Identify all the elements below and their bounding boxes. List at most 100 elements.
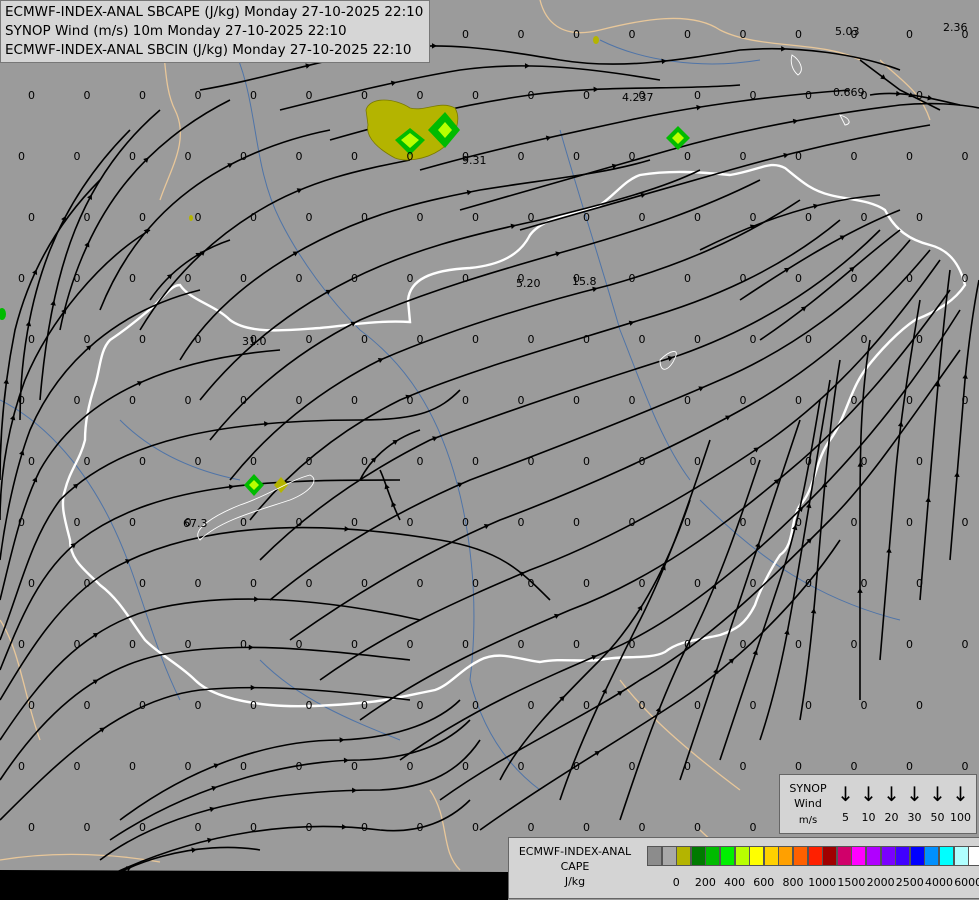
grid-value-label: 0 <box>74 272 81 285</box>
grid-value-label: 0 <box>962 516 969 529</box>
grid-value-label: 0 <box>916 455 923 468</box>
grid-value-label: 0 <box>573 28 580 41</box>
grid-value-label: 0 <box>573 638 580 651</box>
arrow-down-icon: ↓ <box>929 782 946 806</box>
grid-value-label: 0 <box>750 89 757 102</box>
cape-legend-title-line2: CAPE <box>560 860 590 873</box>
grid-value-label: 0 <box>518 150 525 163</box>
grid-value-label: 0 <box>694 821 701 834</box>
grid-value-label: 0 <box>583 211 590 224</box>
grid-value-label: 0 <box>361 577 368 590</box>
grid-value-label: 0 <box>962 394 969 407</box>
grid-value-label: 0 <box>518 638 525 651</box>
cape-tick-label: 1500 <box>837 876 866 889</box>
arrow-down-icon: ↓ <box>837 782 854 806</box>
grid-value-label: 0 <box>84 699 91 712</box>
grid-value-label: 0 <box>851 516 858 529</box>
arrow-down-icon: ↓ <box>952 782 969 806</box>
grid-value-label: 0 <box>740 28 747 41</box>
grid-value-label: 0 <box>240 760 247 773</box>
grid-value-label: 0 <box>795 394 802 407</box>
special-value-label: 9.31 <box>462 154 487 167</box>
arrow-down-icon: ↓ <box>883 782 900 806</box>
grid-value-label: 0 <box>740 394 747 407</box>
grid-value-label: 0 <box>407 394 414 407</box>
grid-value-label: 0 <box>306 455 313 468</box>
wind-legend-item: ↓ 30 <box>903 779 926 825</box>
grid-value-label: 0 <box>195 577 202 590</box>
grid-value-label: 0 <box>417 333 424 346</box>
grid-value-label: 0 <box>195 211 202 224</box>
cape-legend-title-line1: ECMWF-INDEX-ANAL <box>518 845 632 858</box>
grid-value-label: 0 <box>139 89 146 102</box>
grid-value-label: 0 <box>351 394 358 407</box>
cape-color-swatch <box>895 846 911 866</box>
grid-value-label: 0 <box>306 699 313 712</box>
grid-value-label: 0 <box>296 272 303 285</box>
grid-value-label: 0 <box>573 516 580 529</box>
grid-value-label: 0 <box>694 333 701 346</box>
grid-value-label: 0 <box>18 394 25 407</box>
wind-legend: SYNOP Wind m/s ↓ 5 ↓ 10 ↓ 20 ↓ 30 ↓ 50 ↓ 100 <box>779 774 977 834</box>
grid-value-label: 0 <box>851 150 858 163</box>
grid-value-label: 0 <box>573 150 580 163</box>
grid-value-label: 0 <box>750 211 757 224</box>
grid-value-label: 0 <box>351 638 358 651</box>
wind-legend-title-line1: SYNOP <box>789 782 827 795</box>
wind-legend-value: 5 <box>842 811 849 824</box>
grid-value-label: 0 <box>851 394 858 407</box>
special-value-label: 5.20 <box>516 277 541 290</box>
grid-value-label: 0 <box>18 272 25 285</box>
grid-value-label: 0 <box>629 28 636 41</box>
grid-value-label: 0 <box>583 821 590 834</box>
grid-value-label: 0 <box>629 760 636 773</box>
grid-value-label: 0 <box>694 577 701 590</box>
grid-value-label: 0 <box>861 333 868 346</box>
grid-value-label: 0 <box>139 333 146 346</box>
grid-value-label: 0 <box>962 150 969 163</box>
cape-color-swatch <box>851 846 867 866</box>
grid-value-label: 0 <box>462 638 469 651</box>
grid-value-label: 0 <box>684 28 691 41</box>
grid-value-label: 0 <box>472 821 479 834</box>
grid-value-label: 0 <box>472 333 479 346</box>
grid-value-label: 0 <box>639 455 646 468</box>
grid-value-label: 0 <box>906 272 913 285</box>
map-background <box>0 0 979 900</box>
grid-value-label: 0 <box>361 89 368 102</box>
wind-legend-value: 30 <box>907 811 922 824</box>
special-value-label: 31.0 <box>242 335 267 348</box>
arrow-down-icon: ↓ <box>906 782 923 806</box>
grid-value-label: 0 <box>240 516 247 529</box>
grid-value-label: 0 <box>916 699 923 712</box>
cape-color-swatch <box>676 846 692 866</box>
grid-value-label: 0 <box>861 699 868 712</box>
title-line-cin: ECMWF-INDEX-ANAL SBCIN (J/kg) Monday 27-… <box>5 42 412 58</box>
grid-value-label: 0 <box>139 577 146 590</box>
grid-value-label: 0 <box>518 760 525 773</box>
grid-value-label: 0 <box>740 760 747 773</box>
cape-color-swatch <box>793 846 809 866</box>
cape-color-swatch <box>880 846 896 866</box>
grid-value-label: 0 <box>195 455 202 468</box>
grid-value-label: 0 <box>74 760 81 773</box>
grid-value-label: 0 <box>684 272 691 285</box>
grid-value-label: 0 <box>351 272 358 285</box>
cape-legend-unit: J/kg <box>564 875 586 888</box>
grid-value-label: 0 <box>639 699 646 712</box>
grid-value-label: 0 <box>296 516 303 529</box>
grid-value-label: 0 <box>518 516 525 529</box>
grid-value-label: 0 <box>962 638 969 651</box>
grid-value-label: 0 <box>906 28 913 41</box>
grid-value-label: 0 <box>629 150 636 163</box>
cape-color-swatch <box>866 846 882 866</box>
wind-legend-arrows: ↓ 5 ↓ 10 ↓ 20 ↓ 30 ↓ 50 ↓ 100 <box>834 779 974 831</box>
grid-value-label: 0 <box>18 150 25 163</box>
grid-value-label: 0 <box>84 577 91 590</box>
map-viewer: 0 0 0 0 0 0 0 0 0 0 0 0 0 0 0 0 0 0 0 0 0 0 0 0 0 0 0 0 0 0 0 0 0 0 0 0 0 0 0 0… <box>0 0 979 900</box>
weather-map[interactable]: 0 0 0 0 0 0 0 0 0 0 0 0 0 0 0 0 0 0 0 0 0 0 0 0 0 0 0 0 0 0 0 0 0 0 0 0 0 0 0 0… <box>0 0 979 900</box>
grid-value-label: 0 <box>694 699 701 712</box>
grid-value-label: 0 <box>805 455 812 468</box>
cape-tick-label: 1000 <box>808 876 837 889</box>
grid-value-label: 0 <box>195 699 202 712</box>
